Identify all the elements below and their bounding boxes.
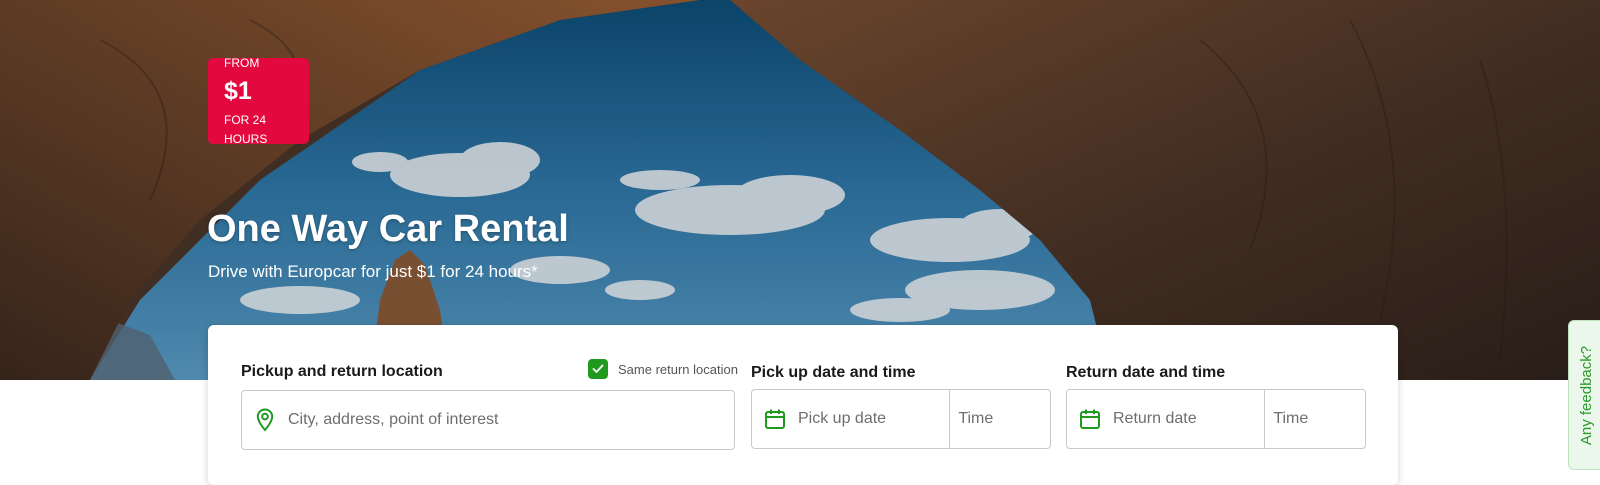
location-placeholder: City, address, point of interest [288, 411, 499, 428]
promo-duration: FOR 24 HOURS [224, 113, 268, 146]
return-time-placeholder: Time [1273, 410, 1309, 427]
checkmark-icon [592, 364, 604, 373]
calendar-icon [1067, 390, 1113, 448]
pickup-datetime-field: Pick up date Time [751, 389, 1051, 449]
page-subtitle: Drive with Europcar for just $1 for 24 h… [208, 262, 538, 281]
pickup-time-placeholder: Time [958, 410, 994, 427]
return-date-placeholder: Return date [1113, 410, 1197, 427]
pickup-date-input[interactable]: Pick up date [752, 390, 949, 448]
pickup-datetime-label: Pick up date and time [751, 364, 916, 381]
hero-banner: FROM $1 FOR 24 HOURS One Way Car Rental … [0, 0, 1600, 380]
same-return-location-toggle[interactable]: Same return location [588, 359, 738, 379]
feedback-tab[interactable]: Any feedback? [1568, 320, 1600, 470]
promo-badge: FROM $1 FOR 24 HOURS [208, 56, 309, 146]
promo-price: $1 [224, 77, 252, 105]
return-date-input[interactable]: Return date [1067, 390, 1264, 448]
page-title: One Way Car Rental [207, 208, 569, 250]
calendar-icon [752, 390, 798, 448]
search-form-card: Pickup and return location Same return l… [208, 325, 1398, 485]
return-time-input[interactable]: Time [1265, 390, 1365, 448]
pickup-date-placeholder: Pick up date [798, 410, 887, 427]
return-datetime-field: Return date Time [1066, 389, 1366, 449]
promo-from-label: FROM [224, 56, 260, 70]
location-pin-icon [242, 391, 288, 449]
pickup-location-label: Pickup and return location [241, 363, 443, 380]
location-input[interactable]: City, address, point of interest [241, 390, 735, 450]
return-datetime-label: Return date and time [1066, 364, 1226, 381]
same-return-label: Same return location [618, 361, 738, 377]
feedback-label: Any feedback? [1578, 345, 1596, 445]
same-return-checkbox[interactable] [588, 359, 608, 379]
pickup-time-input[interactable]: Time [950, 390, 1050, 448]
